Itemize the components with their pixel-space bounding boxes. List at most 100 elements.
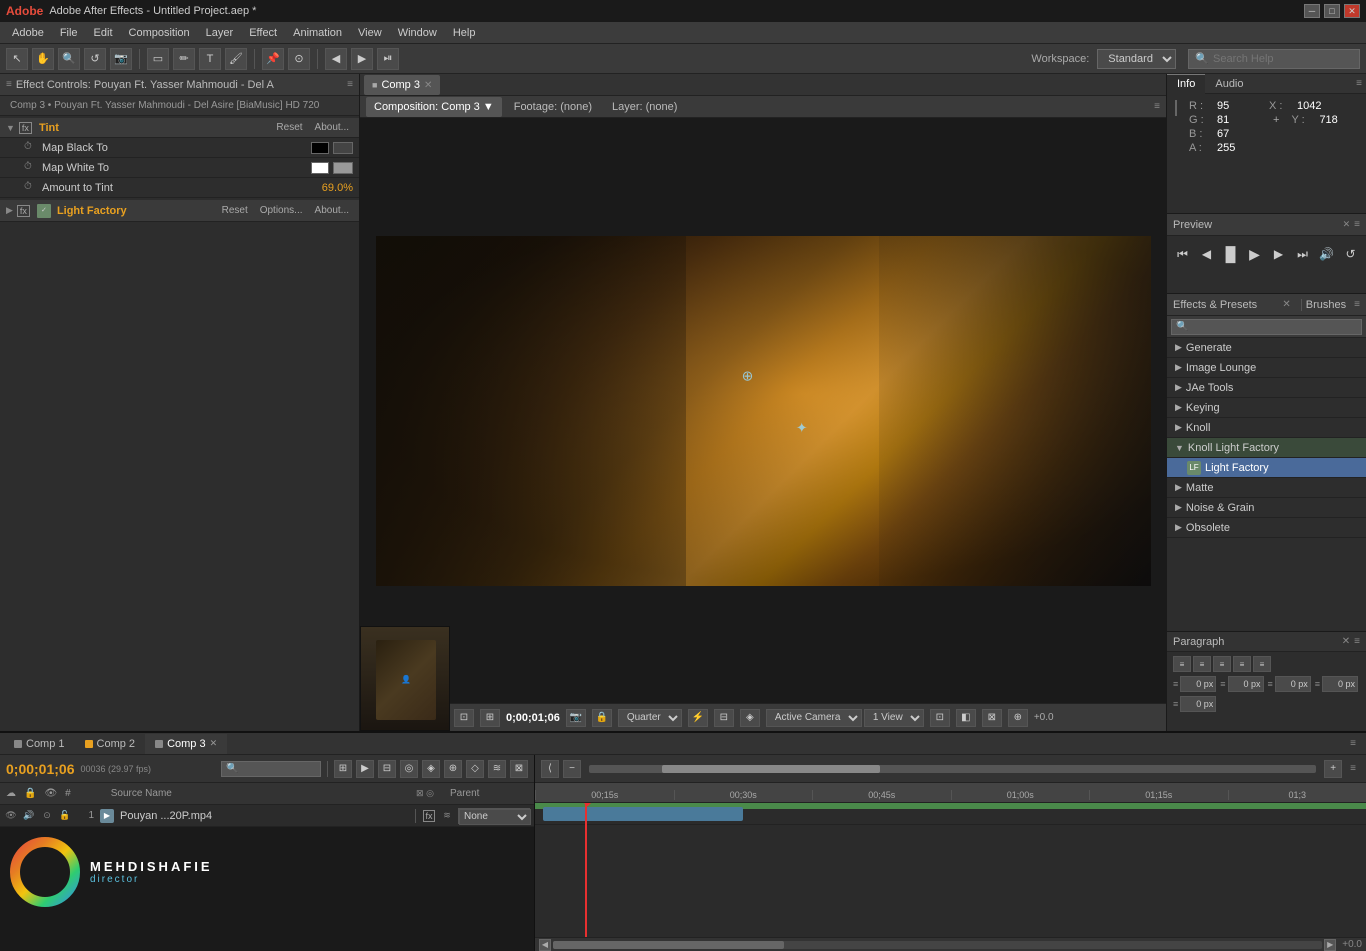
tl-layer-audio[interactable]: 🔊 <box>22 809 36 823</box>
preview-audio[interactable]: 🔊 <box>1317 244 1337 264</box>
map-black-swatch[interactable] <box>311 142 329 154</box>
menu-composition[interactable]: Composition <box>121 25 198 41</box>
align-justify-btn[interactable]: ≡ <box>1233 656 1251 672</box>
align-right-btn[interactable]: ≡ <box>1213 656 1231 672</box>
tl-layer-solo[interactable]: ⊙ <box>40 809 54 823</box>
tl-timecode[interactable]: 0;00;01;06 <box>6 761 75 777</box>
viewer-fast-btn[interactable]: ⚡ <box>688 709 708 727</box>
tl-comp-btn[interactable]: ⊞ <box>334 760 352 778</box>
timeline-comp2-tab[interactable]: Comp 2 <box>75 734 146 754</box>
preview-stop[interactable]: ▐▌ <box>1221 244 1241 264</box>
composition-tab[interactable]: Composition: Comp 3 ▼ <box>366 97 502 117</box>
tool-text[interactable]: T <box>199 48 221 70</box>
brushes-tab[interactable]: Brushes <box>1301 299 1350 311</box>
align-center-btn[interactable]: ≡ <box>1193 656 1211 672</box>
tl-playhead[interactable] <box>585 803 587 937</box>
effects-item-light-factory[interactable]: LF Light Factory <box>1167 458 1366 478</box>
indent-left-input[interactable] <box>1180 676 1216 692</box>
menu-help[interactable]: Help <box>445 25 484 41</box>
lf-options-btn[interactable]: Options... <box>256 205 307 216</box>
tl-adjustment-btn[interactable]: ⊠ <box>510 760 528 778</box>
tl-keyframe-btn[interactable]: ◇ <box>466 760 484 778</box>
effects-category-knoll-light-factory[interactable]: ▼ Knoll Light Factory <box>1167 438 1366 458</box>
info-tab[interactable]: Info <box>1167 74 1205 94</box>
align-force-btn[interactable]: ≡ <box>1253 656 1271 672</box>
viewer-toggle-btn[interactable]: ⊟ <box>714 709 734 727</box>
space-before-input[interactable] <box>1322 676 1358 692</box>
tool-zoom[interactable]: 🔍 <box>58 48 80 70</box>
tl-layer-btn[interactable]: ⊟ <box>378 760 396 778</box>
viewer-fit-btn[interactable]: ⊡ <box>454 709 474 727</box>
tool-pen[interactable]: ✏ <box>173 48 195 70</box>
para-menu-icon[interactable]: ≡ <box>1354 636 1360 647</box>
menu-animation[interactable]: Animation <box>285 25 350 41</box>
viewer-motion-btn[interactable]: ⊠ <box>982 709 1002 727</box>
tl-layer-eye[interactable]: 👁 <box>4 809 18 823</box>
maximize-button[interactable]: □ <box>1324 4 1340 18</box>
tl-parent-select[interactable]: None <box>459 809 531 825</box>
minimize-button[interactable]: ─ <box>1304 4 1320 18</box>
lf-about-btn[interactable]: About... <box>311 205 353 216</box>
menu-edit[interactable]: Edit <box>86 25 121 41</box>
amount-to-tint-value[interactable]: 69.0% <box>322 182 353 194</box>
comp3-tab-close[interactable]: ✕ <box>210 738 218 749</box>
effects-category-noise-grain[interactable]: ▶ Noise & Grain <box>1167 498 1366 518</box>
tl-clip-bar[interactable] <box>543 807 742 821</box>
effects-category-generate[interactable]: ▶ Generate <box>1167 338 1366 358</box>
tool-camera[interactable]: 📷 <box>110 48 132 70</box>
tool-pin[interactable]: 📌 <box>262 48 284 70</box>
tool-select[interactable]: ↖ <box>6 48 28 70</box>
timeline-comp1-tab[interactable]: Comp 1 <box>4 734 75 754</box>
tl-motion-blur-btn[interactable]: ≋ <box>488 760 506 778</box>
effects-category-obsolete[interactable]: ▶ Obsolete <box>1167 518 1366 538</box>
map-black-swatch-btn[interactable] <box>333 142 353 154</box>
lf-reset-btn[interactable]: Reset <box>218 205 252 216</box>
tl-layer-lock[interactable]: 🔓 <box>58 809 72 823</box>
tl-mask-btn[interactable]: ◎ <box>400 760 418 778</box>
viewer-render-btn[interactable]: ⊡ <box>930 709 950 727</box>
menu-file[interactable]: File <box>52 25 86 41</box>
preview-prev-frame[interactable]: ◀ <box>1197 244 1217 264</box>
tl-zoom-in-btn[interactable]: + <box>1324 760 1342 778</box>
menu-adobe[interactable]: Adobe <box>4 25 52 41</box>
space-after-input[interactable] <box>1180 696 1216 712</box>
tl-search-input[interactable] <box>221 761 321 777</box>
preview-menu-icon[interactable]: ≡ <box>1354 219 1360 230</box>
tool-rotate[interactable]: ↺ <box>84 48 106 70</box>
menu-view[interactable]: View <box>350 25 390 41</box>
quality-select[interactable]: Quarter <box>618 709 682 727</box>
tl-scroll-right-btn[interactable]: ▶ <box>1324 939 1336 951</box>
tl-menu-icon[interactable]: ≡ <box>1344 738 1362 749</box>
menu-layer[interactable]: Layer <box>198 25 242 41</box>
para-close-icon[interactable]: ✕ <box>1342 636 1350 647</box>
viewer-pixel-btn[interactable]: ⊞ <box>480 709 500 727</box>
audio-tab[interactable]: Audio <box>1205 74 1253 94</box>
effects-category-keying[interactable]: ▶ Keying <box>1167 398 1366 418</box>
search-help-input[interactable] <box>1213 53 1353 65</box>
preview-next-frame[interactable]: ▶ <box>1269 244 1289 264</box>
effects-category-image-lounge[interactable]: ▶ Image Lounge <box>1167 358 1366 378</box>
layer-tab[interactable]: Layer: (none) <box>604 97 685 117</box>
viewer-snap-btn[interactable]: ⊕ <box>1008 709 1028 727</box>
preview-close[interactable]: ✕ <box>1343 219 1351 230</box>
effects-menu-icon[interactable]: ≡ <box>1354 299 1360 310</box>
tl-layer-fx-switch[interactable]: fx <box>422 809 436 823</box>
close-button[interactable]: ✕ <box>1344 4 1360 18</box>
ec-menu-icon[interactable]: ≡ <box>347 79 353 90</box>
indent-right-input[interactable] <box>1228 676 1264 692</box>
menu-window[interactable]: Window <box>390 25 445 41</box>
footage-tab[interactable]: Footage: (none) <box>506 97 600 117</box>
views-select[interactable]: 1 View <box>864 709 924 727</box>
tool-hand[interactable]: ✋ <box>32 48 54 70</box>
tool-roto[interactable]: ⊙ <box>288 48 310 70</box>
tl-zoom-slider[interactable] <box>589 765 1316 773</box>
tool-playback-right[interactable]: ▶ <box>351 48 373 70</box>
tool-playback-left[interactable]: ◀ <box>325 48 347 70</box>
effects-search-input[interactable] <box>1171 319 1362 335</box>
viewer-lock-btn[interactable]: 🔒 <box>592 709 612 727</box>
tl-3d-btn[interactable]: ◈ <box>422 760 440 778</box>
info-menu-icon[interactable]: ≡ <box>1352 78 1366 89</box>
map-white-swatch-btn[interactable] <box>333 162 353 174</box>
timeline-comp3-tab[interactable]: Comp 3 ✕ <box>145 734 227 754</box>
preview-loop[interactable]: ↺ <box>1341 244 1361 264</box>
